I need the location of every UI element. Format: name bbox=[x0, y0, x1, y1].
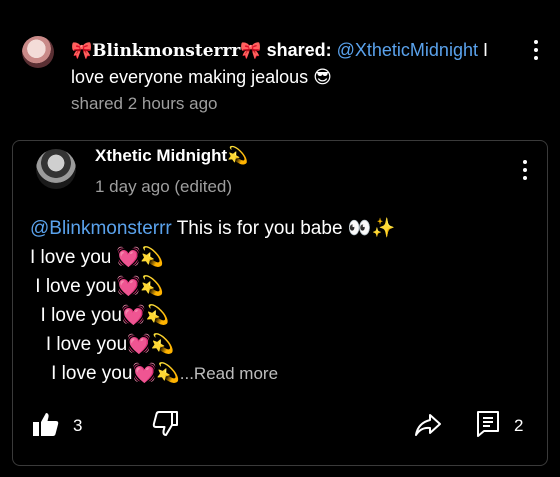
thumbs-down-icon bbox=[151, 410, 179, 438]
dislike-button[interactable] bbox=[151, 410, 179, 438]
post-body-line: I love you💓💫 bbox=[30, 334, 175, 355]
post-body-line: I love you💓💫 bbox=[30, 276, 164, 297]
more-options-icon[interactable] bbox=[531, 38, 541, 62]
mention-link[interactable]: @XtheticMidnight bbox=[337, 40, 478, 60]
post-body-line-last: I love you💓💫...Read more bbox=[30, 359, 530, 388]
sharer-name[interactable]: 🎀Blinkmonsterrr🎀 bbox=[71, 41, 262, 61]
like-count: 3 bbox=[73, 416, 83, 435]
post-body-line: I love you💓💫 bbox=[30, 305, 170, 326]
post-body: @Blinkmonsterrr This is for you babe 👀✨ … bbox=[30, 214, 530, 388]
comment-icon bbox=[476, 410, 500, 438]
author-name[interactable]: Xthetic Midnight💫 bbox=[95, 146, 248, 166]
thumbs-up-icon bbox=[32, 410, 60, 438]
share-timestamp: shared 2 hours ago bbox=[71, 94, 218, 113]
like-button[interactable] bbox=[32, 410, 60, 438]
post-body-line: I love you 💓💫 bbox=[30, 247, 164, 268]
post-body-line-text: I love you💓💫 bbox=[30, 363, 180, 384]
share-message: 🎀Blinkmonsterrr🎀 shared: @XtheticMidnigh… bbox=[71, 37, 491, 90]
share-message-line2: love everyone making jealous 😎 bbox=[71, 67, 332, 87]
post-mention-link[interactable]: @Blinkmonsterrr bbox=[30, 218, 172, 239]
share-message-text: I bbox=[477, 40, 488, 60]
post-more-options-icon[interactable] bbox=[520, 158, 530, 182]
post-body-text: This is for you babe 👀✨ bbox=[171, 218, 396, 239]
author-avatar[interactable] bbox=[36, 149, 76, 189]
sharer-avatar[interactable] bbox=[22, 36, 54, 68]
reply-count: 2 bbox=[514, 416, 524, 435]
post-timestamp: 1 day ago (edited) bbox=[95, 177, 233, 196]
shared-label: shared: bbox=[266, 40, 332, 60]
read-more-link[interactable]: ...Read more bbox=[180, 364, 278, 383]
share-button[interactable] bbox=[414, 412, 442, 438]
share-arrow-icon bbox=[414, 412, 442, 438]
reply-button[interactable] bbox=[476, 410, 500, 438]
post-body-first-line: @Blinkmonsterrr This is for you babe 👀✨ bbox=[30, 214, 530, 243]
share-header: 🎀Blinkmonsterrr🎀 shared: @XtheticMidnigh… bbox=[0, 0, 560, 130]
